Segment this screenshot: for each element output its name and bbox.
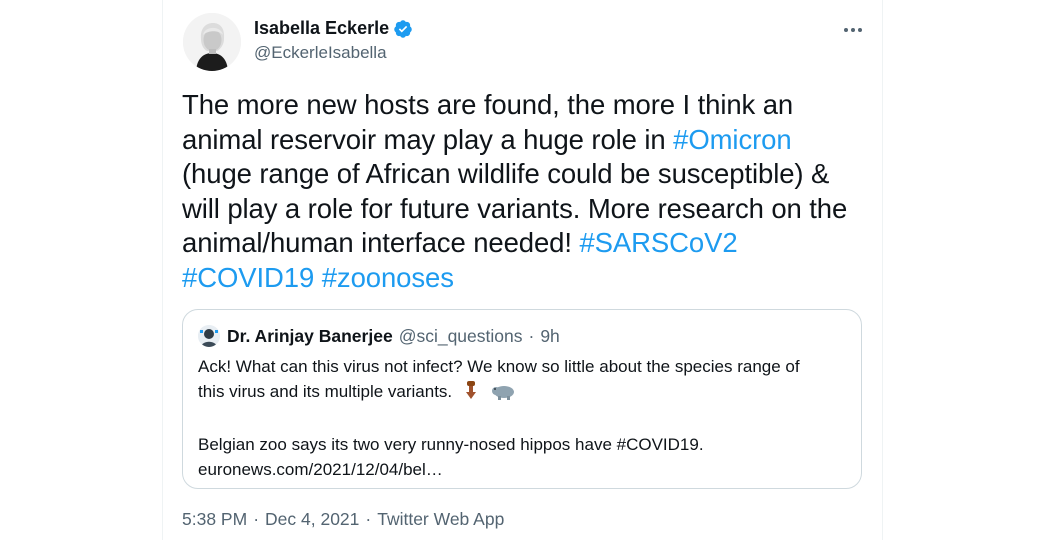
hashtag-covid19-link[interactable]: #COVID19 bbox=[182, 262, 314, 293]
hashtag-sarscov2-link[interactable]: #SARSCoV2 bbox=[579, 227, 737, 258]
quoted-author-handle[interactable]: @sci_questions bbox=[399, 326, 523, 347]
quoted-time[interactable]: 9h bbox=[540, 326, 559, 347]
tweet-text-line: (huge range of African wildlife could be… bbox=[182, 157, 872, 192]
author-name-text: Isabella Eckerle bbox=[254, 18, 390, 38]
hippo-icon bbox=[491, 382, 516, 407]
tweet-source[interactable]: Twitter Web App bbox=[377, 509, 504, 530]
meta-separator: · bbox=[365, 509, 372, 529]
text-segment: (huge range of African wildlife could be… bbox=[182, 158, 830, 189]
quoted-link[interactable]: euronews.com/2021/12/04/bel… bbox=[198, 457, 853, 482]
quoted-text-line: this virus and its multiple variants. bbox=[198, 379, 853, 407]
tweet-text-line: animal/human interface needed! #SARSCoV2 bbox=[182, 226, 872, 261]
tweet-card: Isabella Eckerle @EckerleIsabella The mo… bbox=[163, 0, 882, 540]
quoted-text-line: Ack! What can this virus not infect? We … bbox=[198, 357, 800, 376]
tweet-date[interactable]: Dec 4, 2021 bbox=[265, 509, 359, 530]
tweet-meta: 5:38 PM · Dec 4, 2021 · Twitter Web App bbox=[182, 509, 504, 530]
hashtag-omicron-link[interactable]: #Omicron bbox=[673, 124, 792, 155]
quoted-header: Dr. Arinjay Banerjee @sci_questions · 9h bbox=[227, 326, 560, 347]
text-segment: animal reservoir may play a huge role in bbox=[182, 123, 674, 155]
text-segment: The more new hosts are found, the more I… bbox=[182, 89, 794, 120]
quoted-separator: · bbox=[528, 326, 535, 346]
right-divider bbox=[882, 0, 883, 540]
text-segment: will play a role for future variants. Mo… bbox=[182, 192, 848, 224]
quoted-text: Ack! What can this virus not infect? We … bbox=[198, 354, 853, 482]
quoted-author-avatar bbox=[198, 325, 220, 347]
meta-separator: · bbox=[253, 509, 260, 529]
verified-badge-icon bbox=[394, 19, 412, 38]
author-avatar[interactable] bbox=[183, 13, 241, 71]
pointing-down-icon bbox=[463, 380, 481, 407]
tweet-text-line: The more new hosts are found, the more I… bbox=[182, 88, 872, 123]
text-segment: animal/human interface needed! bbox=[182, 227, 580, 258]
hashtag-zoonoses-link[interactable]: #zoonoses bbox=[322, 262, 454, 293]
tweet-text-line: animal reservoir may play a huge role in… bbox=[182, 123, 872, 158]
author-name[interactable]: Isabella Eckerle bbox=[254, 18, 413, 39]
quoted-author-name[interactable]: Dr. Arinjay Banerjee bbox=[227, 326, 393, 347]
quoted-text-segment: this virus and its multiple variants. bbox=[198, 382, 453, 401]
quoted-text-spacer bbox=[198, 407, 853, 432]
more-options-icon[interactable] bbox=[841, 18, 865, 42]
tweet-time[interactable]: 5:38 PM bbox=[182, 509, 247, 530]
quoted-tweet[interactable]: Dr. Arinjay Banerjee @sci_questions · 9h… bbox=[182, 309, 862, 489]
tweet-text: The more new hosts are found, the more I… bbox=[182, 88, 872, 295]
tweet-text-line: #COVID19 #zoonoses bbox=[182, 261, 872, 296]
tweet-text-line: will play a role for future variants. Mo… bbox=[182, 192, 872, 227]
quoted-text-line: Belgian zoo says its two very runny-nose… bbox=[198, 435, 704, 454]
author-handle[interactable]: @EckerleIsabella bbox=[254, 43, 387, 63]
text-segment bbox=[314, 262, 322, 293]
